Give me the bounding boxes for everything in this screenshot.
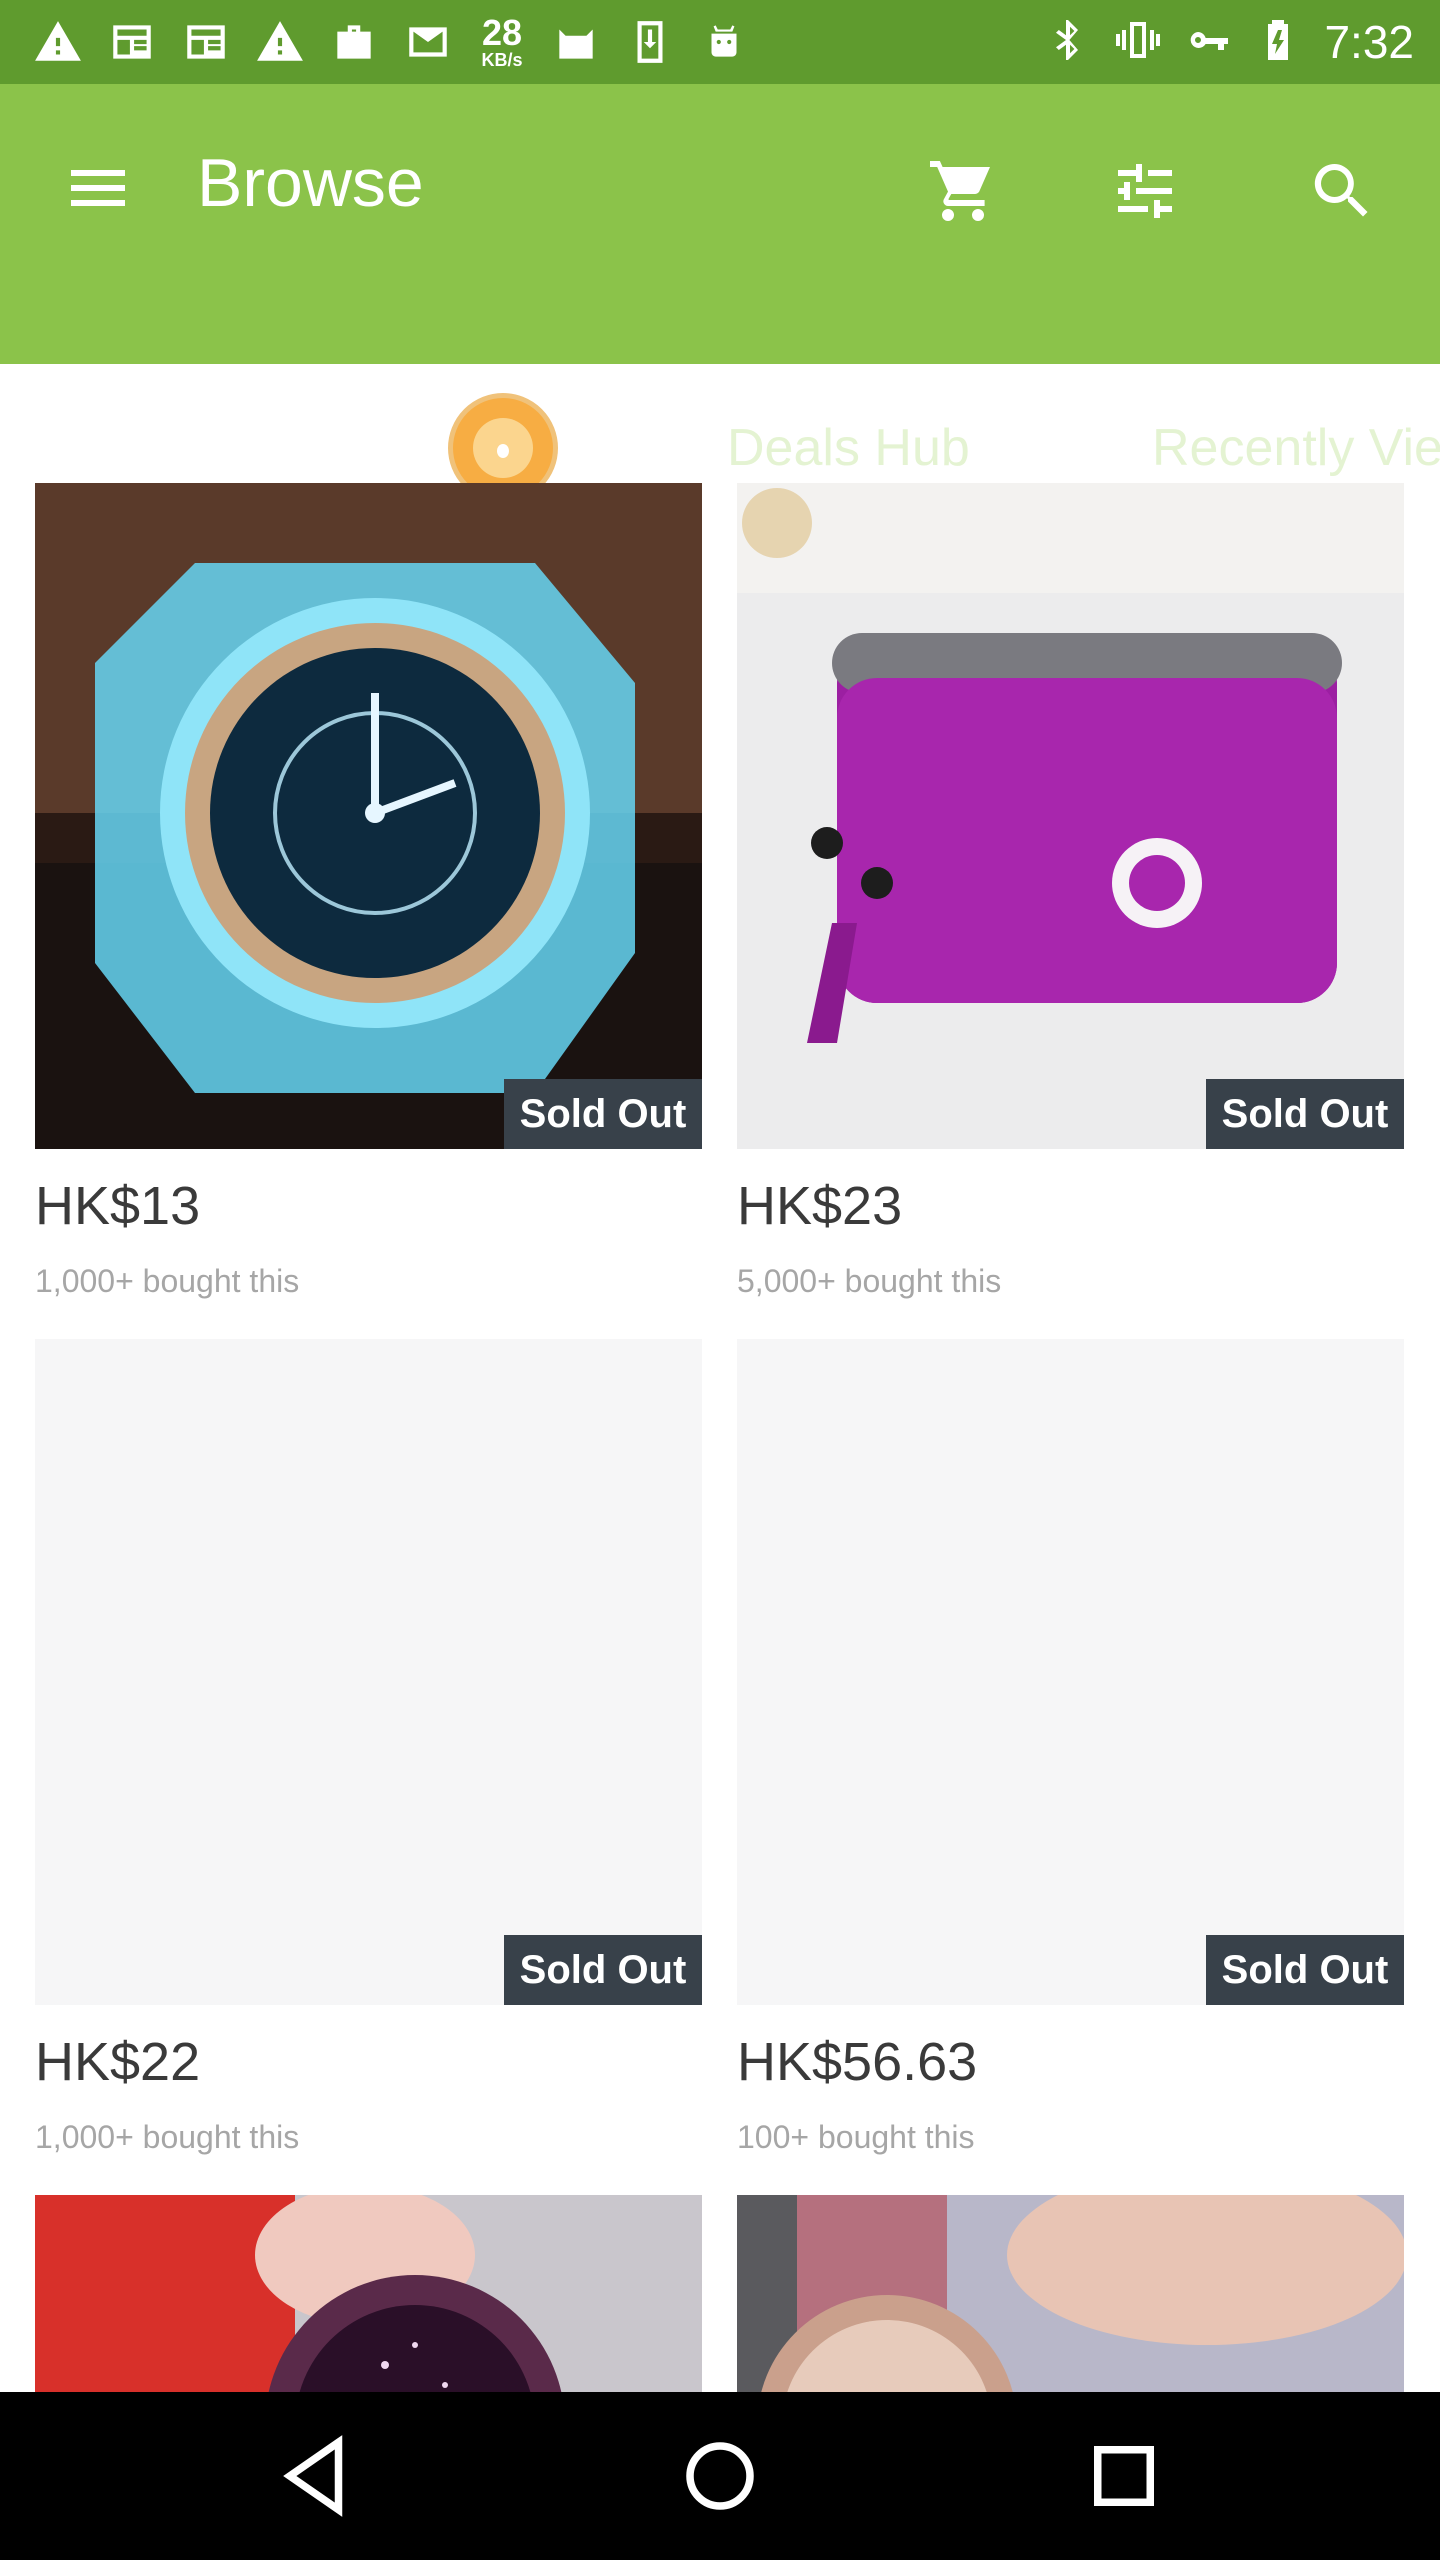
sold-out-badge: Sold Out	[504, 1935, 702, 2005]
product-image[interactable]	[737, 2195, 1404, 2392]
product-image[interactable]: Sold Out	[35, 483, 702, 1149]
pink-strap-watch-image	[737, 2195, 1404, 2392]
product-price: HK$56.63	[737, 2032, 978, 2092]
recent-apps-square-icon	[1094, 2446, 1154, 2506]
product-card[interactable]	[737, 2195, 1404, 2392]
sold-out-badge: Sold Out	[504, 1079, 702, 1149]
bought-count: 5,000+ bought this	[737, 1263, 1002, 1299]
product-image-placeholder[interactable]: Sold Out	[737, 1339, 1404, 2005]
recent-apps-button[interactable]	[1074, 2426, 1174, 2526]
warning-icon	[252, 14, 308, 70]
search-button[interactable]	[1297, 146, 1387, 236]
sold-out-badge: Sold Out	[1206, 1935, 1404, 2005]
home-circle-icon	[686, 2442, 754, 2510]
search-icon	[1314, 164, 1368, 217]
network-speed: 28 KB/s	[474, 14, 530, 70]
product-image-placeholder[interactable]: Sold Out	[35, 1339, 702, 2005]
bluetooth-icon	[1044, 16, 1092, 69]
cat-app-icon	[548, 14, 604, 70]
notification-icons: 28 KB/s	[30, 10, 752, 74]
system-navigation-bar	[0, 2392, 1440, 2560]
home-button[interactable]	[670, 2426, 770, 2526]
status-bar: 28 KB/s 7:32	[0, 0, 1440, 84]
bought-count: 100+ bought this	[737, 2119, 975, 2155]
hamburger-menu-icon	[71, 170, 125, 206]
product-price: HK$13	[35, 1176, 201, 1236]
news-icon	[178, 14, 234, 70]
starry-watch-image	[35, 2195, 702, 2392]
back-triangle-icon	[283, 2435, 343, 2517]
product-card[interactable]	[35, 2195, 702, 2392]
filter-sliders-icon	[1118, 164, 1172, 218]
menu-button[interactable]	[58, 148, 138, 228]
shopping-bag-check-icon	[326, 14, 382, 70]
news-icon	[104, 14, 160, 70]
product-image[interactable]	[35, 2195, 702, 2392]
vibrate-icon	[1114, 16, 1162, 69]
purple-purse-image	[737, 483, 1404, 1149]
bought-count: 1,000+ bought this	[35, 2119, 300, 2155]
vpn-key-icon	[1184, 16, 1232, 69]
product-image[interactable]: Sold Out	[737, 483, 1404, 1149]
product-price: HK$23	[737, 1176, 903, 1236]
clock: 7:32	[1324, 16, 1414, 68]
android-icon	[696, 14, 752, 70]
cart-button[interactable]	[918, 146, 1008, 236]
page-title: Browse	[197, 145, 424, 221]
warning-icon	[30, 14, 86, 70]
mail-icon	[400, 14, 456, 70]
back-button[interactable]	[266, 2426, 366, 2526]
app-toolbar: Browse Popular Deals Hub Recently Vie	[0, 84, 1440, 532]
download-icon	[622, 14, 678, 70]
shopping-cart-icon	[930, 161, 990, 221]
filter-button[interactable]	[1100, 146, 1190, 236]
sold-out-badge: Sold Out	[1206, 1079, 1404, 1149]
speed-value: 28	[481, 12, 523, 53]
glowing-watch-image	[35, 483, 702, 1149]
system-status: 7:32	[1044, 10, 1414, 74]
battery-charging-icon	[1254, 16, 1302, 69]
bought-count: 1,000+ bought this	[35, 1263, 300, 1299]
speed-unit: KB/s	[481, 50, 523, 70]
product-price: HK$22	[35, 2032, 201, 2092]
